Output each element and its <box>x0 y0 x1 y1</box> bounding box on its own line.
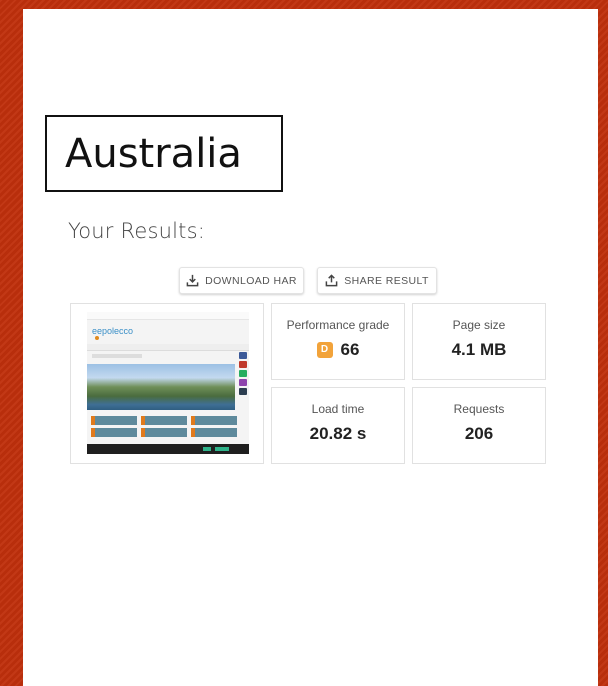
thumbnail-cookie-button <box>203 447 211 451</box>
performance-grade-card: Performance grade D 66 <box>271 303 405 380</box>
performance-grade-value: D 66 <box>272 340 404 360</box>
thumbnail-site-logo: eepolecco <box>92 326 134 336</box>
share-icon <box>325 274 338 287</box>
thumbnail-hero-image <box>87 364 235 410</box>
test-location-label: Australia <box>45 115 283 192</box>
load-time-value: 20.82 s <box>309 424 367 443</box>
requests-value: 206 <box>464 424 494 443</box>
load-time-card: Load time 20.82 s <box>271 387 405 464</box>
thumbnail-social-icon <box>239 352 247 359</box>
thumbnail-cookie-bar <box>87 444 249 454</box>
thumbnail-breadcrumb <box>92 354 142 358</box>
thumbnail-logo-marker <box>95 336 99 340</box>
page-size-value: 4.1 MB <box>451 340 507 359</box>
results-heading: Your Results: <box>68 219 206 243</box>
performance-score: 66 <box>340 340 360 359</box>
results-panel: Australia Your Results: DOWNLOAD HAR SHA… <box>23 9 598 686</box>
page-screenshot-thumbnail: eepolecco <box>87 312 249 454</box>
download-har-button[interactable]: DOWNLOAD HAR <box>179 267 304 294</box>
location-text: Australia <box>65 130 242 177</box>
share-result-label: SHARE RESULT <box>344 274 429 287</box>
thumbnail-social-icon <box>239 361 247 368</box>
thumbnail-topbar <box>87 312 249 320</box>
page-size-label: Page size <box>452 318 506 332</box>
share-result-button[interactable]: SHARE RESULT <box>317 267 437 294</box>
thumbnail-tile <box>141 416 187 425</box>
thumbnail-social-icon <box>239 379 247 386</box>
thumbnail-tile <box>191 416 237 425</box>
page-size-card: Page size 4.1 MB <box>412 303 546 380</box>
thumbnail-nav <box>87 344 249 351</box>
download-icon <box>186 274 199 287</box>
thumbnail-tile <box>141 428 187 437</box>
thumbnail-social-icon <box>239 388 247 395</box>
download-har-label: DOWNLOAD HAR <box>205 274 297 287</box>
thumbnail-tile <box>91 428 137 437</box>
thumbnail-cookie-button <box>215 447 229 451</box>
thumbnail-tile <box>91 416 137 425</box>
thumbnail-social-icon <box>239 370 247 377</box>
performance-grade-label: Performance grade <box>286 318 390 332</box>
thumbnail-tile <box>191 428 237 437</box>
requests-card: Requests 206 <box>412 387 546 464</box>
requests-label: Requests <box>453 402 505 416</box>
load-time-label: Load time <box>311 402 365 416</box>
page-screenshot-card[interactable]: eepolecco <box>70 303 264 464</box>
grade-badge: D <box>316 342 333 358</box>
